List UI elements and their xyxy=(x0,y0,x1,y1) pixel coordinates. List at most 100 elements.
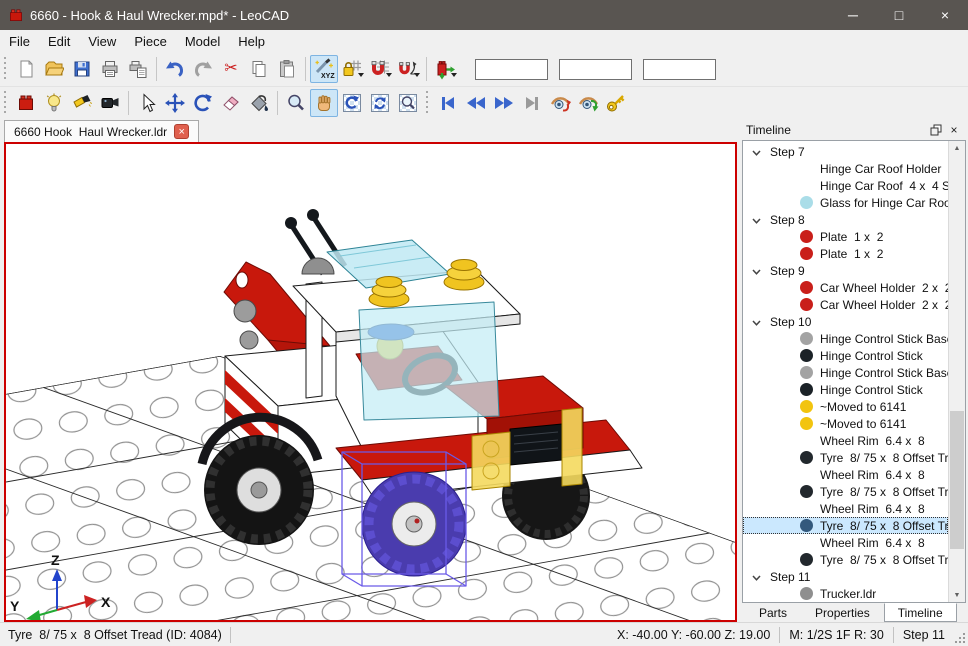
3d-viewport-canvas[interactable]: Z X Y xyxy=(6,144,735,620)
paint-tool-button[interactable] xyxy=(245,89,273,117)
insert-piece-button[interactable] xyxy=(12,89,40,117)
timeline-step-row[interactable]: Step 11 xyxy=(743,568,948,585)
camera-button[interactable] xyxy=(96,89,124,117)
autokey-button[interactable] xyxy=(602,89,630,117)
part-name: Hinge Car Roof Holder ... xyxy=(820,162,948,176)
minimize-button[interactable]: ─ xyxy=(830,0,876,30)
close-button[interactable]: × xyxy=(922,0,968,30)
lock-snap-button[interactable] xyxy=(338,55,366,83)
timeline-step-row[interactable]: Step 8 xyxy=(743,211,948,228)
menu-view[interactable]: View xyxy=(79,32,125,51)
spotlight-button[interactable] xyxy=(68,89,96,117)
select-tool-button[interactable] xyxy=(133,89,161,117)
timeline-part-row[interactable]: Hinge Control Stick Base xyxy=(743,330,948,347)
timeline-part-row[interactable]: Tyre 8/ 75 x 8 Offset Tr... xyxy=(743,449,948,466)
close-panel-icon[interactable]: × xyxy=(945,121,963,138)
timeline-part-row[interactable]: Wheel Rim 6.4 x 8 xyxy=(743,500,948,517)
chevron-down-icon[interactable] xyxy=(752,264,761,278)
selected-wheel xyxy=(362,472,466,576)
menu-model[interactable]: Model xyxy=(176,32,229,51)
tab-close-icon[interactable]: × xyxy=(174,124,189,139)
last-step-button[interactable] xyxy=(518,89,546,117)
timeline-part-row[interactable]: Glass for Hinge Car Roo... xyxy=(743,194,948,211)
timeline-part-row[interactable]: Car Wheel Holder 2 x 2... xyxy=(743,279,948,296)
move-snap-button[interactable] xyxy=(431,55,459,83)
move-tool-button[interactable] xyxy=(161,89,189,117)
scrollbar-thumb[interactable] xyxy=(950,411,964,549)
timeline-part-row[interactable]: Wheel Rim 6.4 x 8 xyxy=(743,432,948,449)
resize-grip-icon[interactable] xyxy=(954,632,966,644)
timeline-part-row[interactable]: ~Moved to 6141 xyxy=(743,415,948,432)
timeline-part-row[interactable]: Hinge Control Stick Base xyxy=(743,364,948,381)
menu-help[interactable]: Help xyxy=(229,32,274,51)
timeline-part-row[interactable]: Plate 1 x 2 xyxy=(743,228,948,245)
timeline-part-row[interactable]: Car Wheel Holder 2 x 2... xyxy=(743,296,948,313)
first-step-button[interactable] xyxy=(434,89,462,117)
tab-parts[interactable]: Parts xyxy=(745,604,801,622)
menu-edit[interactable]: Edit xyxy=(39,32,79,51)
menu-file[interactable]: File xyxy=(0,32,39,51)
delete-tool-button[interactable] xyxy=(217,89,245,117)
print-button[interactable] xyxy=(96,55,124,83)
3d-viewport[interactable]: Z X Y xyxy=(4,142,737,622)
timeline-part-row[interactable]: Wheel Rim 6.4 x 8 xyxy=(743,534,948,551)
chevron-down-icon[interactable] xyxy=(752,213,761,227)
toolbar-grip[interactable] xyxy=(2,91,9,115)
open-file-button[interactable] xyxy=(40,55,68,83)
pan-tool-button[interactable] xyxy=(310,89,338,117)
timeline-part-row[interactable]: Hinge Control Stick xyxy=(743,381,948,398)
previous-step-button[interactable] xyxy=(462,89,490,117)
transform-xyz-button[interactable]: XYZ xyxy=(310,55,338,83)
float-panel-icon[interactable] xyxy=(927,121,945,138)
scroll-down-icon[interactable]: ▼ xyxy=(949,588,965,602)
light-button[interactable] xyxy=(40,89,68,117)
maximize-button[interactable]: □ xyxy=(876,0,922,30)
timeline-part-row[interactable]: Wheel Rim 6.4 x 8 xyxy=(743,466,948,483)
timeline-scrollbar[interactable]: ▲ ▼ xyxy=(948,141,965,602)
tab-timeline[interactable]: Timeline xyxy=(884,603,957,622)
transform-y-input[interactable] xyxy=(559,59,632,80)
timeline-step-row[interactable]: Step 9 xyxy=(743,262,948,279)
zoom-tool-button[interactable] xyxy=(282,89,310,117)
toolbar-grip[interactable] xyxy=(424,91,431,115)
chevron-down-icon[interactable] xyxy=(752,570,761,584)
snap-grid-button[interactable] xyxy=(366,55,394,83)
timeline-part-row[interactable]: Hinge Car Roof 4 x 4 S... xyxy=(743,177,948,194)
tab-properties[interactable]: Properties xyxy=(801,604,884,622)
show-later-steps-button[interactable] xyxy=(574,89,602,117)
scroll-up-icon[interactable]: ▲ xyxy=(949,141,965,155)
transform-x-input[interactable] xyxy=(475,59,548,80)
timeline-part-row[interactable]: Hinge Control Stick xyxy=(743,347,948,364)
transform-z-input[interactable] xyxy=(643,59,716,80)
menu-piece[interactable]: Piece xyxy=(125,32,176,51)
timeline-panel-header[interactable]: Timeline × xyxy=(740,119,968,140)
timeline-step-row[interactable]: Step 10 xyxy=(743,313,948,330)
timeline-part-row[interactable]: Tyre 8/ 75 x 8 Offset Tr... xyxy=(743,483,948,500)
timeline-part-row[interactable]: Trucker.ldr xyxy=(743,585,948,602)
undo-button[interactable] xyxy=(161,55,189,83)
show-earlier-steps-button[interactable] xyxy=(546,89,574,117)
snap-angle-button[interactable] xyxy=(394,55,422,83)
zoom-region-button[interactable] xyxy=(394,89,422,117)
rotate-view-button[interactable] xyxy=(338,89,366,117)
new-file-button[interactable] xyxy=(12,55,40,83)
roll-tool-button[interactable] xyxy=(366,89,394,117)
paste-button[interactable] xyxy=(273,55,301,83)
redo-button[interactable] xyxy=(189,55,217,83)
timeline-part-row[interactable]: Tyre 8/ 75 x 8 Offset Tr... xyxy=(743,517,948,534)
timeline-step-row[interactable]: Step 7 xyxy=(743,143,948,160)
timeline-part-row[interactable]: Plate 1 x 2 xyxy=(743,245,948,262)
save-button[interactable] xyxy=(68,55,96,83)
copy-button[interactable] xyxy=(245,55,273,83)
chevron-down-icon[interactable] xyxy=(752,145,761,159)
rotate-tool-button[interactable] xyxy=(189,89,217,117)
toolbar-grip[interactable] xyxy=(2,57,9,81)
timeline-part-row[interactable]: ~Moved to 6141 xyxy=(743,398,948,415)
cut-button[interactable]: ✂ xyxy=(217,55,245,83)
print-preview-button[interactable] xyxy=(124,55,152,83)
next-step-button[interactable] xyxy=(490,89,518,117)
chevron-down-icon[interactable] xyxy=(752,315,761,329)
timeline-part-row[interactable]: Tyre 8/ 75 x 8 Offset Tr... xyxy=(743,551,948,568)
timeline-part-row[interactable]: Hinge Car Roof Holder ... xyxy=(743,160,948,177)
document-tab[interactable]: 6660 Hook Haul Wrecker.ldr × xyxy=(4,120,199,142)
